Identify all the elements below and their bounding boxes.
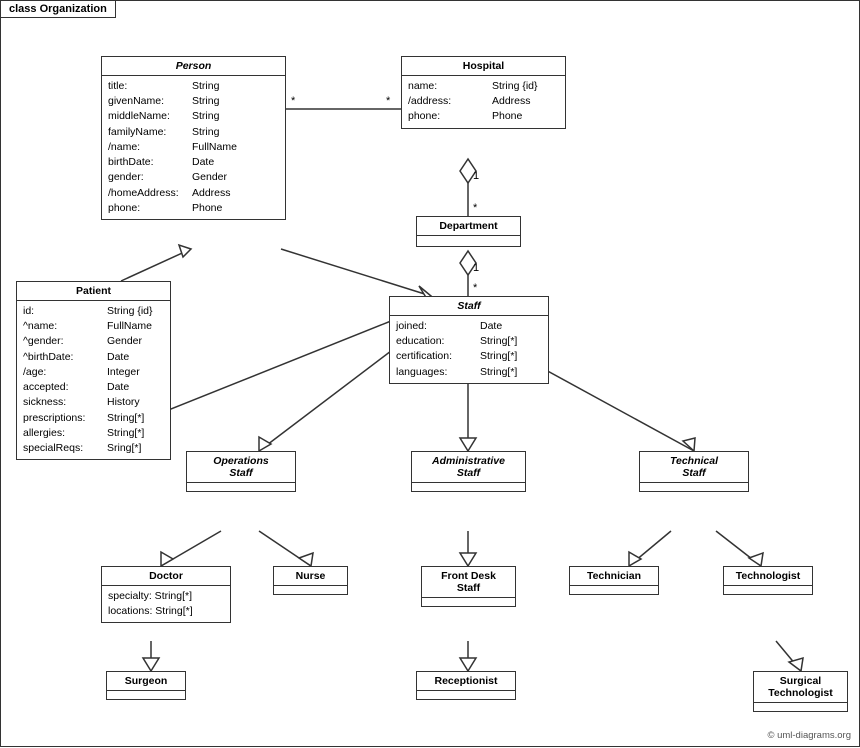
front-desk-staff-class: Front DeskStaff xyxy=(421,566,516,607)
person-title: Person xyxy=(102,57,285,76)
patient-body: id:String {id} ^name:FullName ^gender:Ge… xyxy=(17,301,170,459)
patient-class: Patient id:String {id} ^name:FullName ^g… xyxy=(16,281,171,460)
technologist-title: Technologist xyxy=(724,567,812,586)
surgeon-class: Surgeon xyxy=(106,671,186,700)
technical-staff-class: TechnicalStaff xyxy=(639,451,749,492)
doctor-body: specialty: String[*] locations: String[*… xyxy=(102,586,230,622)
hospital-body: name:String {id} /address:Address phone:… xyxy=(402,76,565,128)
department-body xyxy=(417,236,520,246)
administrative-staff-class: AdministrativeStaff xyxy=(411,451,526,492)
svg-text:1: 1 xyxy=(473,262,479,274)
doctor-title: Doctor xyxy=(102,567,230,586)
technician-class: Technician xyxy=(569,566,659,595)
staff-class: Staff joined:Date education:String[*] ce… xyxy=(389,296,549,384)
hospital-class: Hospital name:String {id} /address:Addre… xyxy=(401,56,566,129)
department-title: Department xyxy=(417,217,520,236)
staff-title: Staff xyxy=(390,297,548,316)
svg-text:*: * xyxy=(473,202,478,214)
receptionist-class: Receptionist xyxy=(416,671,516,700)
nurse-title: Nurse xyxy=(274,567,347,586)
person-class: Person title:String givenName:String mid… xyxy=(101,56,286,220)
svg-text:1: 1 xyxy=(473,170,479,182)
operations-staff-class: OperationsStaff xyxy=(186,451,296,492)
copyright: © uml-diagrams.org xyxy=(767,730,851,741)
svg-text:*: * xyxy=(473,282,478,294)
surgical-technologist-class: SurgicalTechnologist xyxy=(753,671,848,712)
person-body: title:String givenName:String middleName… xyxy=(102,76,285,219)
doctor-class: Doctor specialty: String[*] locations: S… xyxy=(101,566,231,623)
staff-body: joined:Date education:String[*] certific… xyxy=(390,316,548,383)
hospital-title: Hospital xyxy=(402,57,565,76)
surgeon-title: Surgeon xyxy=(107,672,185,691)
nurse-class: Nurse xyxy=(273,566,348,595)
technical-staff-title: TechnicalStaff xyxy=(640,452,748,483)
front-desk-staff-title: Front DeskStaff xyxy=(422,567,515,598)
operations-staff-title: OperationsStaff xyxy=(187,452,295,483)
receptionist-title: Receptionist xyxy=(417,672,515,691)
svg-text:*: * xyxy=(386,95,391,107)
svg-text:*: * xyxy=(291,95,296,107)
patient-title: Patient xyxy=(17,282,170,301)
diagram-container: class Organization * * 1 * 1 * xyxy=(0,0,860,747)
technologist-class: Technologist xyxy=(723,566,813,595)
diagram-title: class Organization xyxy=(1,1,116,18)
surgical-technologist-title: SurgicalTechnologist xyxy=(754,672,847,703)
administrative-staff-title: AdministrativeStaff xyxy=(412,452,525,483)
department-class: Department xyxy=(416,216,521,247)
technician-title: Technician xyxy=(570,567,658,586)
